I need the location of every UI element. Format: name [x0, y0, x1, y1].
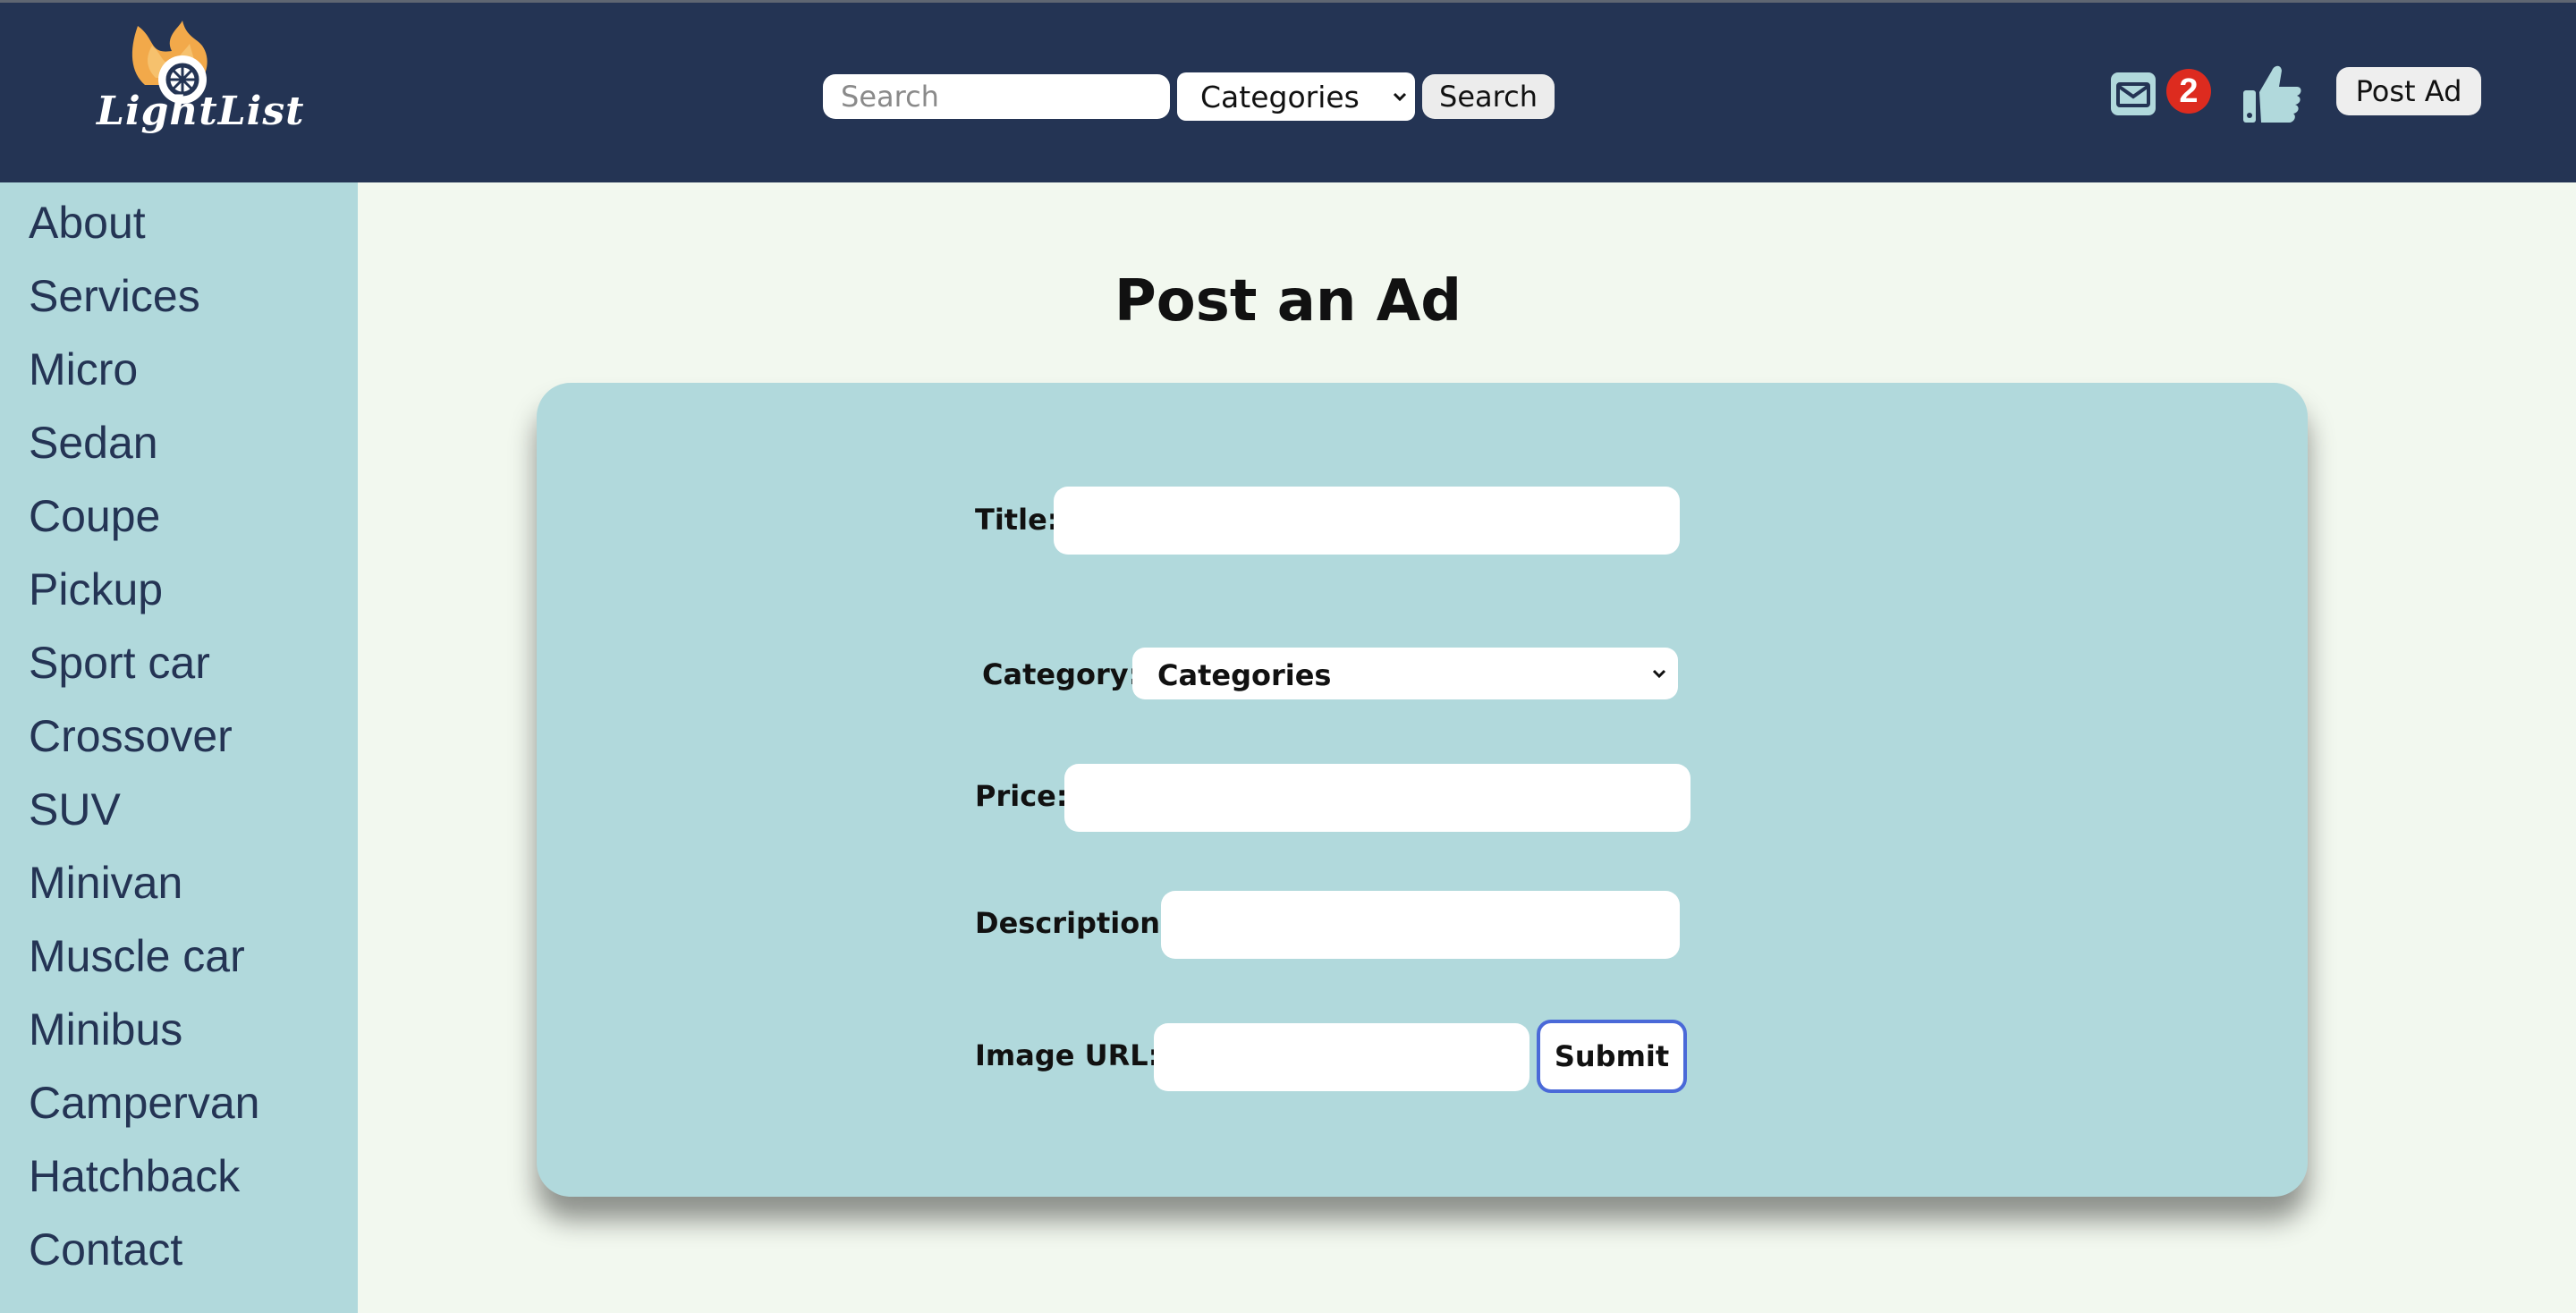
- site-logo[interactable]: LightList: [93, 19, 303, 153]
- sidebar-item-pickup[interactable]: Pickup: [29, 558, 163, 621]
- category-select-value: Categories: [1200, 80, 1360, 114]
- sidebar-item-suv[interactable]: SUV: [29, 778, 121, 841]
- sidebar-item-contact[interactable]: Contact: [29, 1218, 182, 1281]
- top-header: LightList Categories Search 2 Post Ad: [0, 0, 2576, 182]
- sidebar-item-coupe[interactable]: Coupe: [29, 485, 160, 547]
- sidebar-item-minibus[interactable]: Minibus: [29, 998, 182, 1061]
- sidebar-item-campervan[interactable]: Campervan: [29, 1072, 259, 1134]
- category-select[interactable]: Categories: [1177, 72, 1415, 121]
- title-input[interactable]: [1054, 487, 1680, 555]
- logo-text: LightList: [97, 89, 305, 134]
- sidebar-item-muscle-car[interactable]: Muscle car: [29, 925, 245, 987]
- sidebar-item-services[interactable]: Services: [29, 265, 200, 327]
- envelope-icon[interactable]: [2109, 69, 2157, 119]
- chevron-down-icon: [1393, 92, 1407, 102]
- sidebar-item-micro[interactable]: Micro: [29, 338, 138, 401]
- sidebar-item-about[interactable]: About: [29, 191, 146, 254]
- chevron-down-icon: [1652, 669, 1666, 679]
- sidebar-item-hatchback[interactable]: Hatchback: [29, 1145, 240, 1207]
- messages-badge: 2: [2166, 69, 2211, 114]
- price-label: Price:: [975, 779, 1068, 813]
- title-label: Title:: [975, 503, 1059, 537]
- sidebar-item-sport-car[interactable]: Sport car: [29, 631, 210, 694]
- category-field-select[interactable]: Categories: [1132, 648, 1678, 699]
- thumbs-up-icon[interactable]: [2241, 62, 2302, 124]
- search-button[interactable]: Search: [1422, 74, 1555, 119]
- image-url-input[interactable]: [1154, 1023, 1530, 1091]
- description-input[interactable]: [1161, 891, 1680, 959]
- submit-button[interactable]: Submit: [1537, 1020, 1687, 1093]
- sidebar-item-crossover[interactable]: Crossover: [29, 705, 233, 767]
- post-ad-button[interactable]: Post Ad: [2336, 67, 2481, 115]
- search-input[interactable]: [823, 74, 1170, 119]
- description-label: Description:: [975, 906, 1172, 940]
- category-field-value: Categories: [1157, 658, 1332, 692]
- image-url-label: Image URL:: [975, 1038, 1160, 1072]
- sidebar-item-minivan[interactable]: Minivan: [29, 851, 182, 914]
- category-sidebar: About Services Micro Sedan Coupe Pickup …: [0, 182, 358, 1313]
- price-input[interactable]: [1064, 764, 1690, 832]
- page-title: Post an Ad: [1114, 268, 1462, 335]
- sidebar-item-sedan[interactable]: Sedan: [29, 411, 158, 474]
- category-label: Category:: [982, 657, 1140, 691]
